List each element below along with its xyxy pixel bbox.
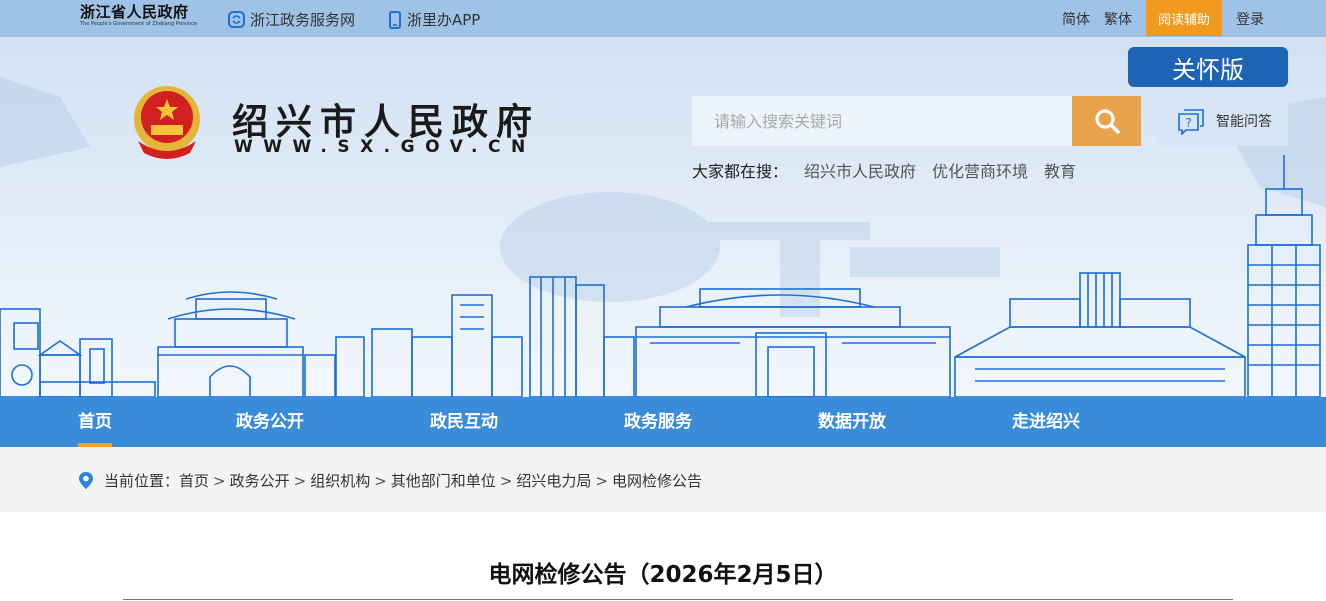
zhejiang-service-label: 浙江政务服务网 — [250, 11, 356, 29]
main-nav: 首页 政务公开 政民互动 政务服务 数据开放 走进绍兴 — [0, 397, 1326, 447]
article-title: 电网检修公告（2026年2月5日） — [488, 562, 838, 588]
breadcrumb-item[interactable]: 组织机构 — [310, 470, 370, 491]
nav-item-interaction[interactable]: 政民互动 — [430, 397, 498, 447]
zhejiang-service-link[interactable]: 浙江政务服务网 — [228, 9, 355, 30]
nav-item-home[interactable]: 首页 — [78, 397, 112, 447]
chat-question-icon: ? — [1178, 109, 1204, 135]
login-link[interactable]: 登录 — [1236, 9, 1264, 29]
breadcrumb-item-current[interactable]: 电网检修公告 — [612, 470, 702, 491]
breadcrumb-item[interactable]: 绍兴电力局 — [516, 470, 591, 491]
phone-app-icon — [389, 10, 401, 29]
nav-item-gov-affairs-public[interactable]: 政务公开 — [236, 397, 304, 447]
zhejiang-gov-logo-cn: 浙江省人民政府 — [80, 3, 189, 21]
smart-qa-label: 智能问答 — [1216, 114, 1272, 130]
breadcrumb-item[interactable]: 政务公开 — [230, 470, 290, 491]
breadcrumb-separator: > — [374, 471, 387, 490]
location-pin-icon — [79, 472, 93, 489]
nav-item-gov-services[interactable]: 政务服务 — [624, 397, 692, 447]
hot-search-item[interactable]: 教育 — [1044, 158, 1076, 182]
site-url: WWW.SX.GOV.CN — [234, 137, 536, 157]
hot-search-item[interactable]: 绍兴市人民政府 — [804, 158, 916, 182]
zheliban-app-link[interactable]: 浙里办APP — [388, 9, 480, 30]
breadcrumb-separator: > — [293, 471, 307, 490]
breadcrumb-item[interactable]: 首页 — [179, 470, 209, 491]
national-emblem-icon[interactable] — [132, 85, 202, 159]
reading-aid-button[interactable]: 阅读辅助 — [1146, 0, 1222, 36]
breadcrumb-item[interactable]: 其他部门和单位 — [391, 470, 496, 491]
search-input[interactable] — [692, 96, 1072, 146]
breadcrumb-label: 当前位置： — [104, 472, 180, 490]
hot-searches-label: 大家都在搜： — [692, 162, 789, 181]
top-bar: 浙江省人民政府 The People's Government of Zheji… — [0, 0, 1326, 37]
smart-qa-button[interactable]: ? 智能问答 — [1158, 96, 1288, 146]
zhejiang-gov-logo-en: The People's Government of Zhejiang Prov… — [80, 21, 197, 27]
breadcrumb-separator: > — [595, 471, 608, 490]
zhejiang-gov-logo[interactable]: 浙江省人民政府 The People's Government of Zheji… — [80, 3, 197, 28]
zheliban-app-label: 浙里办APP — [407, 11, 481, 29]
breadcrumb: 当前位置： 首页 > 政务公开 > 组织机构 > 其他部门和单位 > 绍兴电力局… — [78, 470, 702, 491]
hot-search-item[interactable]: 优化营商环境 — [932, 158, 1028, 182]
traditional-chinese-link[interactable]: 繁体 — [1104, 9, 1132, 29]
search-icon — [1094, 109, 1120, 134]
hot-searches: 大家都在搜： 绍兴市人民政府 优化营商环境 教育 — [692, 158, 1076, 182]
service-network-icon — [228, 11, 245, 28]
breadcrumb-bar: 当前位置： 首页 > 政务公开 > 组织机构 > 其他部门和单位 > 绍兴电力局… — [0, 447, 1326, 512]
care-version-button[interactable]: 关怀版 — [1128, 47, 1288, 87]
nav-item-open-data[interactable]: 数据开放 — [818, 397, 886, 447]
nav-item-about-shaoxing[interactable]: 走进绍兴 — [1012, 397, 1080, 447]
breadcrumb-separator: > — [499, 471, 513, 490]
breadcrumb-separator: > — [213, 471, 226, 490]
simplified-chinese-link[interactable]: 简体 — [1062, 9, 1090, 29]
title-divider — [123, 599, 1233, 600]
search-button[interactable] — [1072, 96, 1141, 146]
header-banner: 关怀版 绍兴市人民政府 WWW.SX.GOV.CN ? 智能问答 大家都在搜： … — [0, 37, 1326, 397]
svg-text:?: ? — [1185, 116, 1191, 130]
